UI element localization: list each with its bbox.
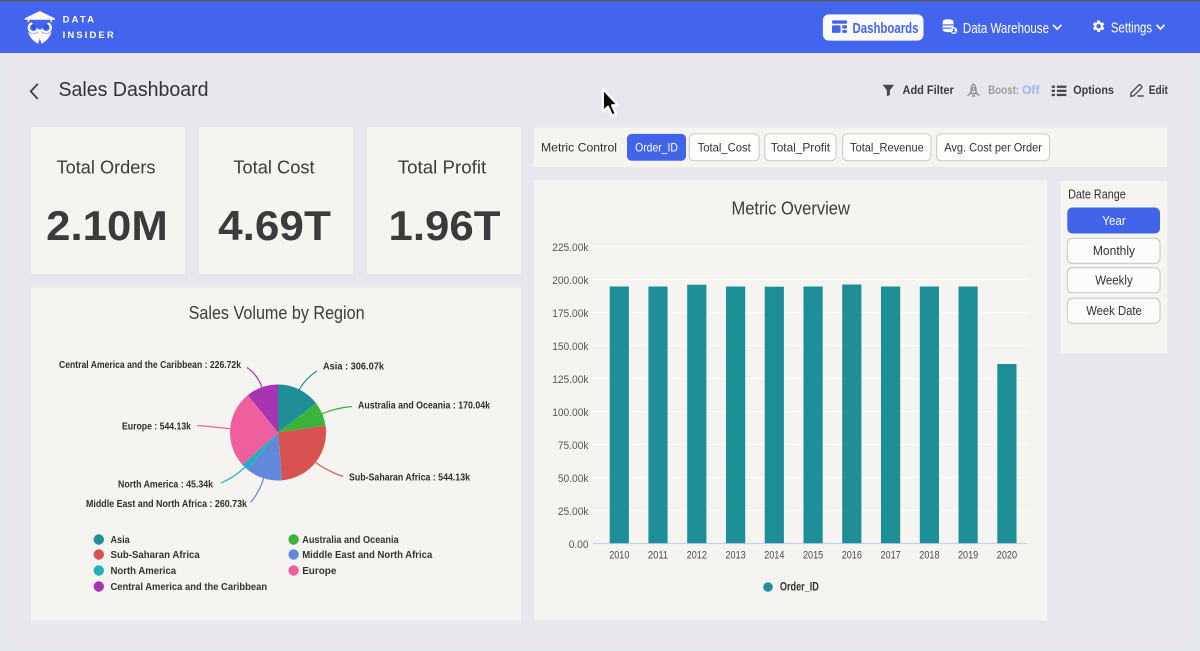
- svg-text:Total_Profit: Total_Profit: [771, 141, 831, 155]
- svg-text:1.96T: 1.96T: [389, 202, 501, 249]
- svg-text:25.00k: 25.00k: [558, 506, 589, 518]
- svg-text:Off: Off: [1022, 83, 1041, 97]
- svg-text:200.00k: 200.00k: [552, 275, 589, 287]
- svg-text:Central America and the Caribb: Central America and the Caribbean : 226.…: [59, 359, 241, 371]
- svg-text:Order_ID: Order_ID: [635, 141, 678, 155]
- svg-text:Sub-Saharan Africa : 544.13k: Sub-Saharan Africa : 544.13k: [349, 472, 470, 484]
- svg-text:North America: North America: [111, 565, 177, 577]
- svg-text:2015: 2015: [803, 550, 823, 562]
- svg-text:2014: 2014: [764, 550, 784, 562]
- svg-text:Middle East and North Africa :: Middle East and North Africa : 260.73k: [86, 498, 247, 510]
- svg-text:75.00k: 75.00k: [558, 440, 589, 452]
- svg-text:2011: 2011: [648, 550, 668, 562]
- svg-text:Total Orders: Total Orders: [57, 156, 156, 177]
- svg-text:2.10M: 2.10M: [46, 202, 168, 249]
- svg-text:Options: Options: [1073, 83, 1114, 97]
- svg-text:Metric Control: Metric Control: [541, 141, 617, 155]
- svg-text:2017: 2017: [881, 550, 901, 562]
- svg-text:100.00k: 100.00k: [552, 407, 589, 419]
- svg-text:Weekly: Weekly: [1095, 273, 1133, 287]
- svg-text:50.00k: 50.00k: [558, 473, 589, 485]
- svg-text:Europe : 544.13k: Europe : 544.13k: [122, 420, 191, 432]
- svg-text:Data Warehouse: Data Warehouse: [963, 21, 1049, 37]
- svg-text:0.00: 0.00: [569, 539, 589, 551]
- svg-text:2010: 2010: [609, 550, 629, 562]
- svg-text:Total Cost: Total Cost: [233, 156, 314, 177]
- svg-text:125.00k: 125.00k: [552, 374, 589, 386]
- svg-text:Metric Overview: Metric Overview: [731, 198, 850, 219]
- svg-text:Total_Revenue: Total_Revenue: [850, 141, 924, 155]
- svg-text:2019: 2019: [958, 550, 978, 562]
- svg-text:2013: 2013: [726, 550, 746, 562]
- svg-text:Add Filter: Add Filter: [903, 83, 955, 97]
- svg-text:Sales Dashboard: Sales Dashboard: [59, 79, 209, 101]
- svg-text:Europe: Europe: [302, 565, 336, 577]
- svg-text:Date Range: Date Range: [1068, 187, 1126, 202]
- svg-text:Australia and Oceania: Australia and Oceania: [302, 534, 399, 546]
- svg-text:225.00k: 225.00k: [552, 242, 589, 254]
- svg-text:Boost:: Boost:: [988, 83, 1019, 97]
- svg-text:Week Date: Week Date: [1086, 304, 1142, 318]
- svg-text:Sub-Saharan Africa: Sub-Saharan Africa: [111, 549, 200, 561]
- svg-text:Order_ID: Order_ID: [780, 579, 819, 593]
- svg-text:Avg. Cost per Order: Avg. Cost per Order: [944, 141, 1042, 155]
- svg-text:Central America and the Caribb: Central America and the Caribbean: [111, 581, 268, 593]
- svg-text:150.00k: 150.00k: [552, 341, 589, 353]
- svg-text:Sales Volume by Region: Sales Volume by Region: [189, 302, 365, 323]
- svg-text:175.00k: 175.00k: [552, 308, 589, 320]
- svg-text:Monthly: Monthly: [1093, 244, 1136, 258]
- svg-text:Asia : 306.07k: Asia : 306.07k: [323, 361, 384, 373]
- svg-text:2020: 2020: [997, 550, 1017, 562]
- svg-text:2018: 2018: [919, 550, 939, 562]
- svg-text:Dashboards: Dashboards: [853, 21, 919, 37]
- svg-text:Total Profit: Total Profit: [398, 156, 486, 177]
- svg-text:Australia and Oceania : 170.04: Australia and Oceania : 170.04k: [358, 400, 490, 412]
- svg-text:North America : 45.34k: North America : 45.34k: [118, 479, 213, 491]
- svg-text:4.69T: 4.69T: [218, 202, 331, 249]
- svg-text:Edit: Edit: [1149, 83, 1168, 97]
- svg-text:Middle East and North Africa: Middle East and North Africa: [302, 549, 432, 561]
- svg-text:2016: 2016: [842, 550, 862, 562]
- svg-text:Total_Cost: Total_Cost: [698, 141, 752, 155]
- svg-text:Asia: Asia: [111, 534, 130, 546]
- svg-text:Year: Year: [1102, 214, 1125, 228]
- svg-text:Settings: Settings: [1111, 21, 1152, 37]
- svg-text:2012: 2012: [687, 550, 707, 562]
